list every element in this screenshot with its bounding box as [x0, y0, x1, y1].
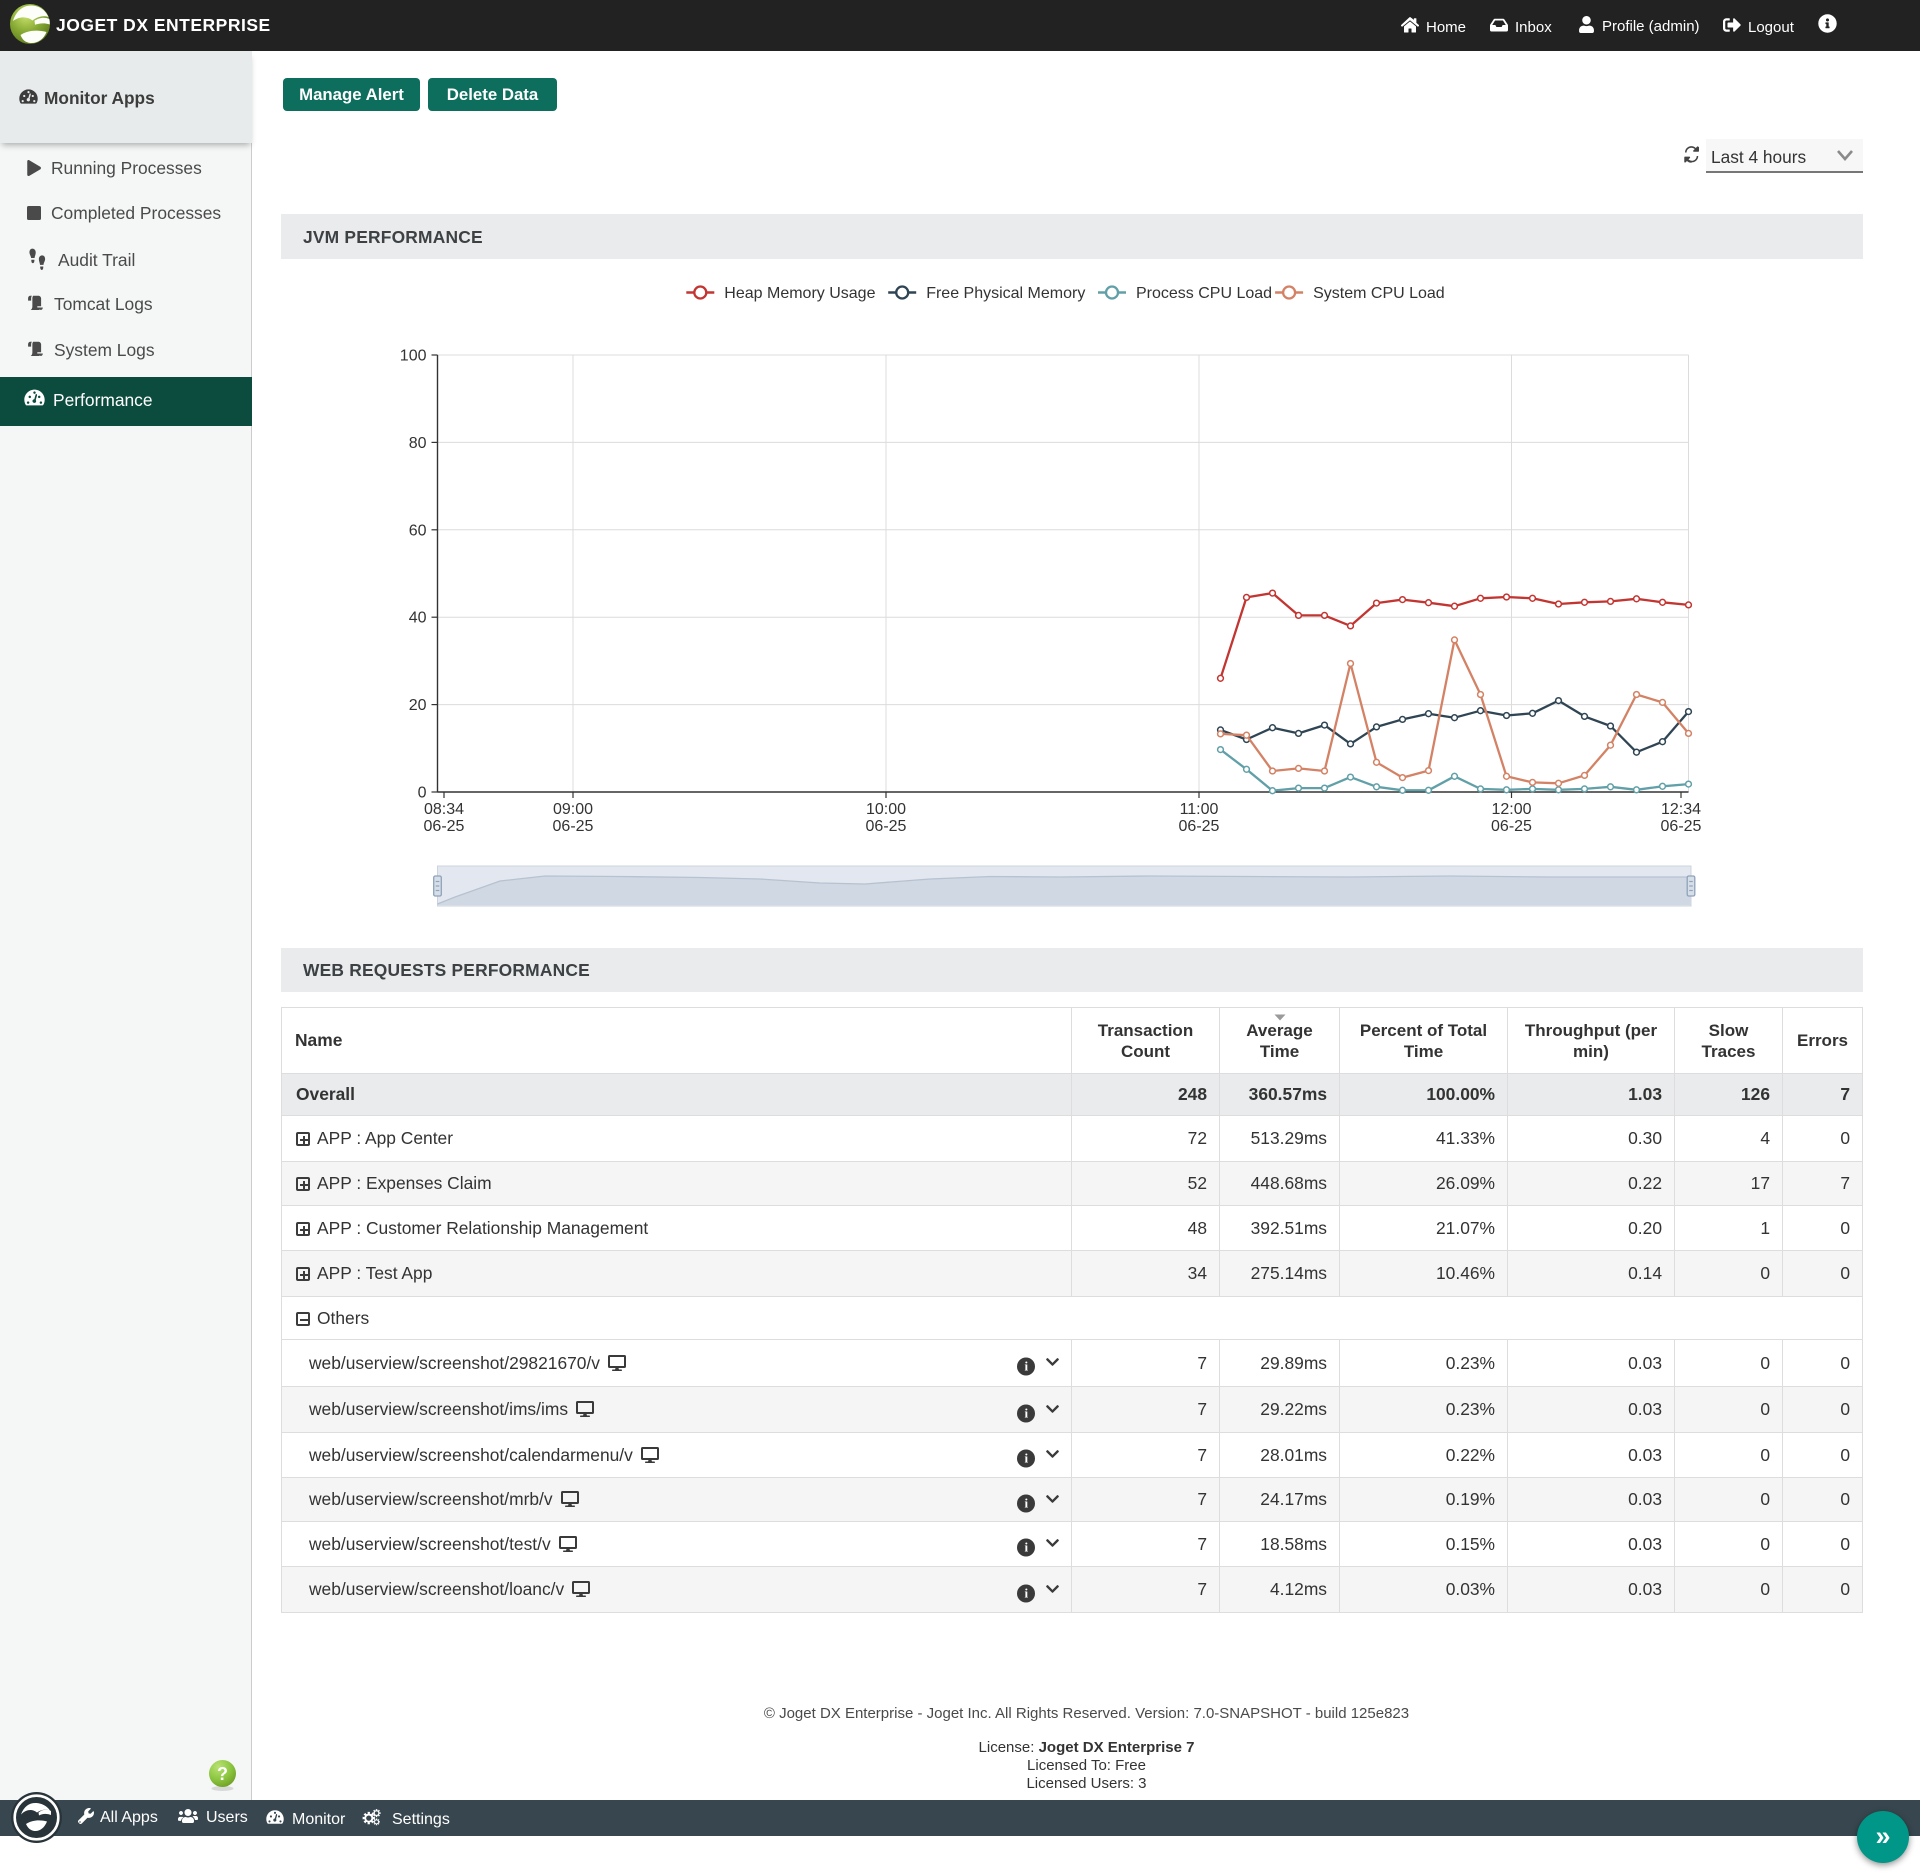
- svg-text:10:00: 10:00: [866, 801, 906, 818]
- svg-text:0: 0: [418, 785, 427, 802]
- svg-text:06-25: 06-25: [1661, 818, 1702, 835]
- svg-text:20: 20: [409, 697, 427, 714]
- svg-text:11:00: 11:00: [1180, 801, 1219, 818]
- svg-text:06-25: 06-25: [424, 818, 465, 835]
- svg-text:80: 80: [409, 435, 427, 452]
- svg-text:09:00: 09:00: [553, 801, 593, 818]
- svg-text:40: 40: [409, 610, 427, 627]
- svg-text:60: 60: [409, 522, 427, 539]
- svg-text:06-25: 06-25: [866, 818, 907, 835]
- svg-text:Free Physical Memory: Free Physical Memory: [926, 285, 1085, 302]
- svg-text:?: ?: [217, 1764, 228, 1784]
- svg-text:08:34: 08:34: [424, 801, 464, 818]
- svg-text:System CPU Load: System CPU Load: [1313, 285, 1445, 302]
- svg-text:06-25: 06-25: [1179, 818, 1220, 835]
- svg-text:100: 100: [400, 348, 427, 365]
- svg-text:Process CPU Load: Process CPU Load: [1136, 285, 1272, 302]
- svg-text:Heap Memory Usage: Heap Memory Usage: [724, 285, 875, 302]
- svg-text:12:34: 12:34: [1661, 801, 1701, 818]
- svg-text:06-25: 06-25: [553, 818, 594, 835]
- svg-text:06-25: 06-25: [1491, 818, 1532, 835]
- svg-text:12:00: 12:00: [1491, 801, 1531, 818]
